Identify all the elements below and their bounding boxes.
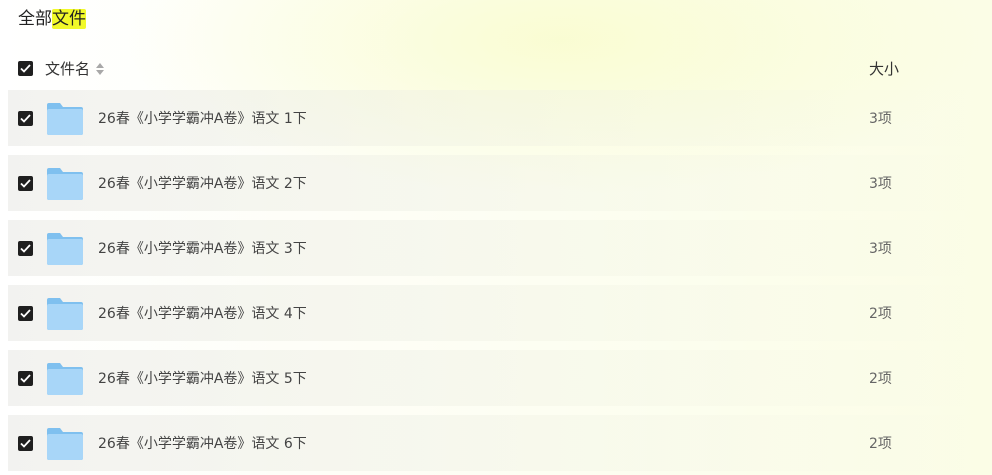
- checkmark-icon: [20, 114, 31, 123]
- file-name[interactable]: 26春《小学学霸冲A卷》语文 5下: [98, 368, 307, 388]
- file-row[interactable]: 26春《小学学霸冲A卷》语文 3下 3项: [0, 220, 992, 276]
- breadcrumb-files[interactable]: 文件: [52, 9, 86, 29]
- row-checkbox[interactable]: [18, 436, 33, 451]
- checkmark-icon: [20, 374, 31, 383]
- file-size: 2项: [869, 306, 892, 322]
- file-name[interactable]: 26春《小学学霸冲A卷》语文 6下: [98, 433, 307, 453]
- file-row[interactable]: 26春《小学学霸冲A卷》语文 5下 2项: [0, 350, 992, 406]
- folder-icon[interactable]: [46, 230, 84, 266]
- file-name[interactable]: 26春《小学学霸冲A卷》语文 4下: [98, 303, 307, 323]
- file-name[interactable]: 26春《小学学霸冲A卷》语文 2下: [98, 173, 307, 193]
- file-size: 3项: [869, 111, 892, 127]
- file-size: 3项: [869, 176, 892, 192]
- breadcrumb: 全部文件: [18, 8, 86, 30]
- row-checkbox[interactable]: [18, 241, 33, 256]
- row-checkbox[interactable]: [18, 306, 33, 321]
- file-list-header: 文件名 大小: [0, 52, 992, 86]
- file-row[interactable]: 26春《小学学霸冲A卷》语文 2下 3项: [0, 155, 992, 211]
- checkmark-icon: [20, 309, 31, 318]
- column-header-size[interactable]: 大小: [869, 58, 899, 79]
- folder-icon[interactable]: [46, 425, 84, 461]
- file-name[interactable]: 26春《小学学霸冲A卷》语文 3下: [98, 238, 307, 258]
- row-checkbox[interactable]: [18, 176, 33, 191]
- checkmark-icon: [20, 439, 31, 448]
- column-header-name[interactable]: 文件名: [45, 58, 105, 79]
- checkmark-icon: [20, 179, 31, 188]
- file-size: 2项: [869, 371, 892, 387]
- folder-icon[interactable]: [46, 360, 84, 396]
- checkmark-icon: [20, 244, 31, 253]
- file-row[interactable]: 26春《小学学霸冲A卷》语文 4下 2项: [0, 285, 992, 341]
- file-size: 2项: [869, 436, 892, 452]
- column-header-name-label: 文件名: [45, 60, 91, 78]
- breadcrumb-all[interactable]: 全部: [18, 9, 52, 29]
- row-checkbox[interactable]: [18, 111, 33, 126]
- folder-icon[interactable]: [46, 165, 84, 201]
- file-row[interactable]: 26春《小学学霸冲A卷》语文 6下 2项: [0, 415, 992, 471]
- file-row[interactable]: 26春《小学学霸冲A卷》语文 1下 3项: [0, 90, 992, 146]
- folder-icon[interactable]: [46, 295, 84, 331]
- file-size: 3项: [869, 241, 892, 257]
- checkmark-icon: [20, 64, 31, 73]
- sort-icon[interactable]: [96, 62, 105, 75]
- file-name[interactable]: 26春《小学学霸冲A卷》语文 1下: [98, 108, 307, 128]
- select-all-checkbox[interactable]: [18, 61, 33, 76]
- row-checkbox[interactable]: [18, 371, 33, 386]
- folder-icon[interactable]: [46, 100, 84, 136]
